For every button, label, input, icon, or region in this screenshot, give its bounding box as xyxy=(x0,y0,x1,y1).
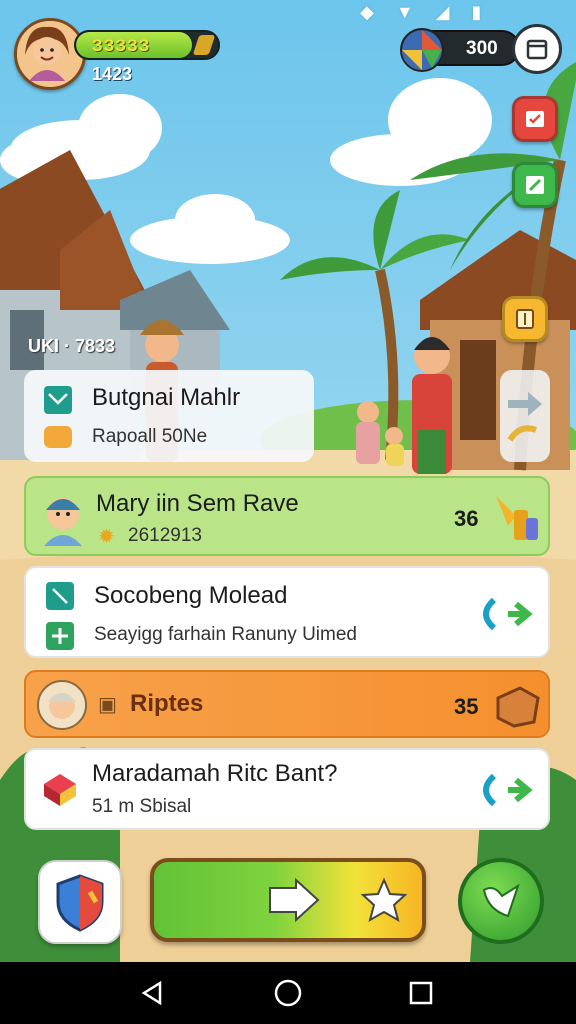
coin-count: 300 xyxy=(466,38,498,59)
play-arrow-icon xyxy=(269,877,320,923)
quest-card-1-action[interactable] xyxy=(500,370,550,462)
map-button[interactable] xyxy=(502,296,548,342)
currency-counter[interactable]: 300 xyxy=(400,28,520,72)
exchange-arrows-icon[interactable] xyxy=(474,770,538,810)
edit-icon xyxy=(526,176,544,194)
plus-icon xyxy=(46,622,74,650)
task-icon xyxy=(46,582,74,610)
quest-title: Riptes xyxy=(130,690,204,717)
quest-subtitle: Rapoall 50Ne xyxy=(92,426,208,447)
go-button[interactable] xyxy=(458,858,544,944)
quest-title: Socobeng Molead xyxy=(94,582,288,609)
globe-coin-icon xyxy=(400,28,444,72)
home-icon[interactable] xyxy=(274,979,302,1007)
quest-title: Butgnai Mahlr xyxy=(92,384,241,411)
quest-card-1[interactable]: Butgnai Mahlr Rapoall 50Ne xyxy=(24,370,314,462)
villager-portrait xyxy=(44,498,82,546)
recents-icon[interactable] xyxy=(408,980,434,1006)
go-icon xyxy=(482,883,520,918)
quest-title: Maradamah Ritc Bant? xyxy=(92,760,338,787)
play-button[interactable] xyxy=(150,858,426,942)
inventory-icon xyxy=(526,39,548,60)
navigation-bar xyxy=(0,962,576,1024)
gift-box-icon xyxy=(44,774,76,806)
quest-card-5[interactable]: Maradamah Ritc Bant? 51 m Sbisal xyxy=(24,748,550,830)
xp-bar: ЗЗЗЗЗ xyxy=(74,30,220,60)
trophy-icon xyxy=(496,496,538,540)
star-icon xyxy=(360,877,408,923)
calendar-button[interactable] xyxy=(512,96,558,142)
box-icon: ▣ xyxy=(98,694,117,716)
village-ticker: UKI · 7833 xyxy=(28,336,116,356)
battery-icon: ▮ xyxy=(471,2,482,22)
edit-button[interactable] xyxy=(512,162,558,208)
sun-star-icon: ✹ xyxy=(98,526,115,548)
quest-score: 2612913 xyxy=(128,525,202,546)
signal-icon: ▼ xyxy=(395,2,414,22)
elder-portrait xyxy=(37,680,87,730)
quest-card-3[interactable]: Socobeng Molead Seayigg farhain Ranuny U… xyxy=(24,566,550,658)
envelope-icon xyxy=(44,386,72,414)
xp-text: ЗЗЗЗЗ xyxy=(92,36,151,55)
quest-title: Mary iin Sem Rave xyxy=(96,490,299,517)
shield-button[interactable] xyxy=(38,860,122,944)
quest-card-2[interactable]: Mary iin Sem Rave ✹ 2612913 36 xyxy=(24,476,550,556)
player-level: 1423 xyxy=(92,64,133,84)
inventory-button[interactable] xyxy=(512,24,562,74)
ticket-icon xyxy=(44,426,72,448)
map-icon xyxy=(516,309,534,329)
exchange-arrows-icon[interactable] xyxy=(474,594,538,634)
quest-count: 36 xyxy=(454,506,479,531)
quest-count: 35 xyxy=(454,694,479,719)
signal-strength-icon: ◢ xyxy=(435,2,450,22)
xp-bar-cap xyxy=(192,35,216,55)
crate-icon xyxy=(496,686,540,728)
calendar-icon xyxy=(526,111,544,127)
avatar-portrait xyxy=(17,21,77,81)
wifi-icon: ◆ xyxy=(360,2,374,22)
status-bar: ◆ ▼ ◢ ▮ xyxy=(360,0,510,24)
quest-subtitle: 51 m Sbisal xyxy=(92,796,192,817)
quest-subtitle: Seayigg farhain Ranuny Uimed xyxy=(94,624,357,645)
back-icon[interactable] xyxy=(140,980,166,1006)
player-avatar[interactable] xyxy=(14,18,86,90)
arrow-right-icon xyxy=(507,392,542,442)
shield-icon xyxy=(56,874,104,932)
quest-card-4[interactable]: ▣ Riptes 35 xyxy=(24,670,550,738)
